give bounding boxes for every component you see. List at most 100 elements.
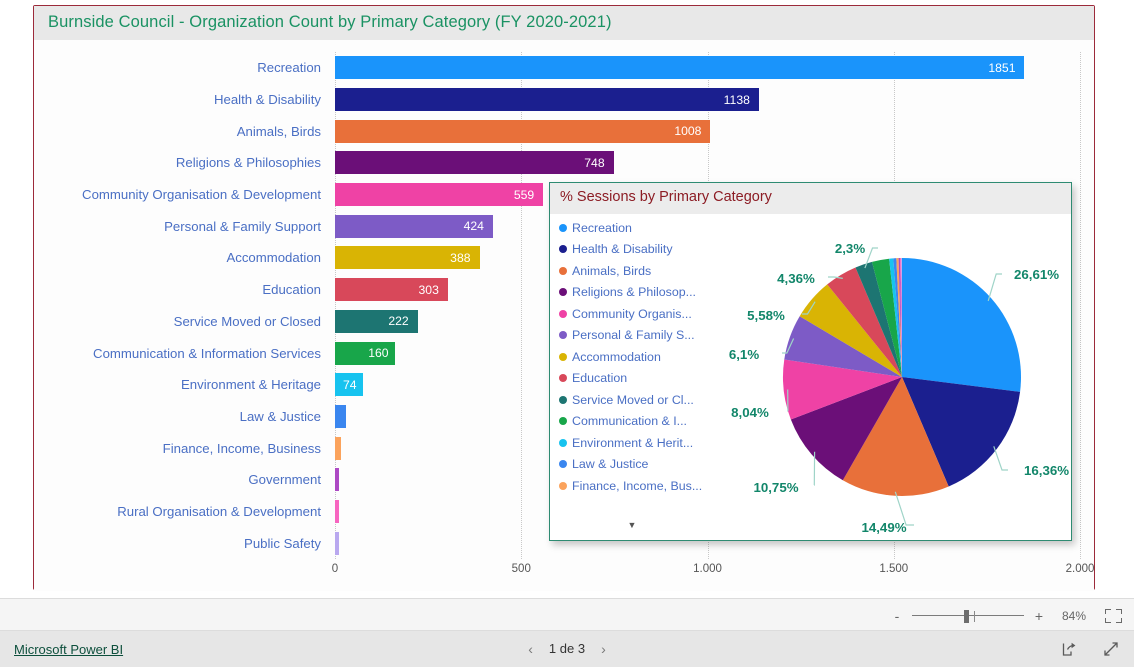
- chevron-down-icon[interactable]: ▼: [625, 519, 639, 531]
- pie-legend-item[interactable]: Religions & Philosop...: [559, 282, 719, 304]
- bar-chart-bar[interactable]: 1008: [335, 119, 711, 143]
- legend-color-swatch-icon: [559, 374, 567, 383]
- bar-chart-bar[interactable]: [335, 531, 339, 555]
- bar-chart-value-label: 74: [343, 377, 357, 392]
- pie-chart-title: % Sessions by Primary Category: [560, 189, 772, 205]
- pie-legend-item[interactable]: Animals, Birds: [559, 260, 719, 282]
- bar-chart-category-label: Public Safety: [244, 535, 321, 551]
- bar-chart-bar[interactable]: 74: [335, 373, 363, 397]
- share-icon-glyph: [1062, 642, 1076, 656]
- bar-chart-bar[interactable]: 1138: [335, 88, 759, 112]
- pie-legend-item[interactable]: Accommodation: [559, 346, 719, 368]
- bar-chart-bar[interactable]: 160: [335, 341, 395, 365]
- pie-percentage-label: 5,58%: [747, 308, 785, 323]
- pie-legend-item[interactable]: Communication & I...: [559, 411, 719, 433]
- bar-chart-value-label: 1138: [723, 92, 750, 107]
- bar-chart-row[interactable]: 1138: [335, 84, 1080, 116]
- pie-slice[interactable]: [902, 258, 1021, 392]
- bar-chart-bar[interactable]: 388: [335, 246, 480, 270]
- pie-legend-item[interactable]: Environment & Herit...: [559, 432, 719, 454]
- pie-percentage-label: 8,04%: [731, 405, 769, 420]
- bar-chart-category-label: Religions & Philosophies: [175, 155, 321, 171]
- axis-tick-label: 1.000: [693, 563, 722, 575]
- pie-legend-item[interactable]: Health & Disability: [559, 239, 719, 261]
- legend-color-swatch-icon: [559, 481, 567, 490]
- bar-chart-value-label: 222: [388, 314, 409, 329]
- pie-legend-item[interactable]: Recreation: [559, 217, 719, 239]
- bar-chart-category-label: Law & Justice: [239, 408, 321, 424]
- bar-chart-value-label: 424: [463, 219, 484, 234]
- zoom-level-label: 84%: [1061, 608, 1086, 623]
- zoom-slider-thumb[interactable]: [964, 609, 969, 623]
- bar-chart-bar[interactable]: 303: [335, 278, 448, 302]
- bar-chart-row[interactable]: 748: [335, 147, 1080, 179]
- bar-chart-category-label: Environment & Heritage: [180, 377, 321, 393]
- bar-chart-value-label: 303: [418, 282, 439, 297]
- pie-legend-item[interactable]: Service Moved or Cl...: [559, 389, 719, 411]
- bar-chart-bar[interactable]: [335, 436, 342, 460]
- pie-chart-visual[interactable]: % Sessions by Primary Category Recreatio…: [549, 182, 1072, 541]
- bar-chart-bar[interactable]: 748: [335, 151, 614, 175]
- pie-legend-item[interactable]: Community Organis...: [559, 303, 719, 325]
- share-icon[interactable]: [1060, 640, 1078, 658]
- bar-chart-category-label: Accommodation: [226, 250, 321, 266]
- pie-legend-item[interactable]: Law & Justice: [559, 454, 719, 476]
- bar-chart-row[interactable]: 1851: [335, 52, 1080, 84]
- bar-chart-row[interactable]: 1008: [335, 115, 1080, 147]
- pie-legend-label: Health & Disability: [572, 242, 673, 257]
- bar-chart-bar[interactable]: 424: [335, 214, 493, 238]
- bar-chart-bar[interactable]: [335, 499, 339, 523]
- bar-chart-bar[interactable]: 1851: [335, 56, 1025, 80]
- zoom-slider[interactable]: [912, 609, 1024, 623]
- pie-legend-label: Communication & I...: [572, 414, 688, 429]
- bar-chart-bar[interactable]: 222: [335, 309, 418, 333]
- pie-legend-label: Religions & Philosop...: [572, 285, 696, 300]
- fullscreen-icon[interactable]: [1102, 640, 1120, 658]
- bar-chart-category-axis: Recreation Health & Disability Animals, Bi…: [34, 52, 330, 559]
- bar-chart-category-label-row: Personal & Family Support: [34, 210, 330, 242]
- bar-chart-category-label: Service Moved or Closed: [173, 313, 321, 329]
- zoom-out-button[interactable]: -: [891, 609, 903, 623]
- previous-page-button[interactable]: ‹: [528, 642, 533, 656]
- bar-chart-category-label: Finance, Income, Business: [162, 440, 321, 456]
- bar-chart-category-label-row: Environment & Heritage: [34, 369, 330, 401]
- pie-chart-canvas: 26,61% 16,36% 14,49% 10,75% 8,04% 6,1% 5,58% 4,…: [718, 217, 1070, 537]
- bar-chart-category-label-row: Service Moved or Closed: [34, 306, 330, 338]
- legend-color-swatch-icon: [559, 460, 567, 469]
- bar-chart-category-label-row: Health & Disability: [34, 84, 330, 116]
- bar-chart-category-label: Rural Organisation & Development: [117, 503, 321, 519]
- pie-legend-item[interactable]: Personal & Family S...: [559, 325, 719, 347]
- pie-label-leader-line: [813, 451, 816, 486]
- axis-tick-label: 500: [511, 563, 531, 575]
- bar-chart-bar[interactable]: [335, 468, 340, 492]
- legend-color-swatch-icon: [559, 352, 567, 361]
- power-bi-brand-link[interactable]: Microsoft Power BI: [14, 642, 123, 657]
- bar-chart-bar[interactable]: 559: [335, 183, 544, 207]
- zoom-in-button[interactable]: +: [1033, 609, 1045, 623]
- gridline: [1080, 52, 1081, 559]
- zoom-slider-notch: [974, 610, 975, 622]
- bar-chart-category-label-row: Law & Justice: [34, 401, 330, 433]
- page-indicator: 1 de 3: [548, 641, 586, 656]
- bar-chart-category-label: Personal & Family Support: [164, 218, 321, 234]
- bar-chart-category-label-row: Religions & Philosophies: [34, 147, 330, 179]
- pie-percentage-label: 14,49%: [861, 520, 906, 535]
- pie-percentage-label: 10,75%: [753, 480, 798, 495]
- axis-tick-label: 2.000: [1065, 563, 1095, 575]
- bar-chart-category-label: Communication & Information Services: [93, 345, 321, 361]
- legend-color-swatch-icon: [559, 245, 567, 254]
- pie-legend-item[interactable]: Education: [559, 368, 719, 390]
- pie-chart-graphic: 26,61% 16,36% 14,49% 10,75% 8,04% 6,1% 5,58% 4,…: [729, 241, 1069, 535]
- pie-legend-label: Personal & Family S...: [572, 328, 695, 343]
- next-page-button[interactable]: ›: [601, 642, 606, 656]
- legend-color-swatch-icon: [559, 288, 567, 297]
- axis-tick-label: 1.500: [879, 563, 909, 575]
- pie-legend-label: Animals, Birds: [572, 263, 652, 278]
- pie-chart-legend: Recreation Health & Disability Animals, Bi…: [559, 217, 719, 507]
- pie-legend-item[interactable]: Finance, Income, Bus...: [559, 475, 719, 497]
- bar-chart-value-label: 1851: [988, 60, 1016, 75]
- fit-to-screen-icon[interactable]: [1105, 608, 1122, 623]
- bar-chart-bar[interactable]: [335, 404, 347, 428]
- pie-legend-label: Community Organis...: [572, 306, 692, 321]
- bar-chart-value-label: 559: [513, 187, 535, 202]
